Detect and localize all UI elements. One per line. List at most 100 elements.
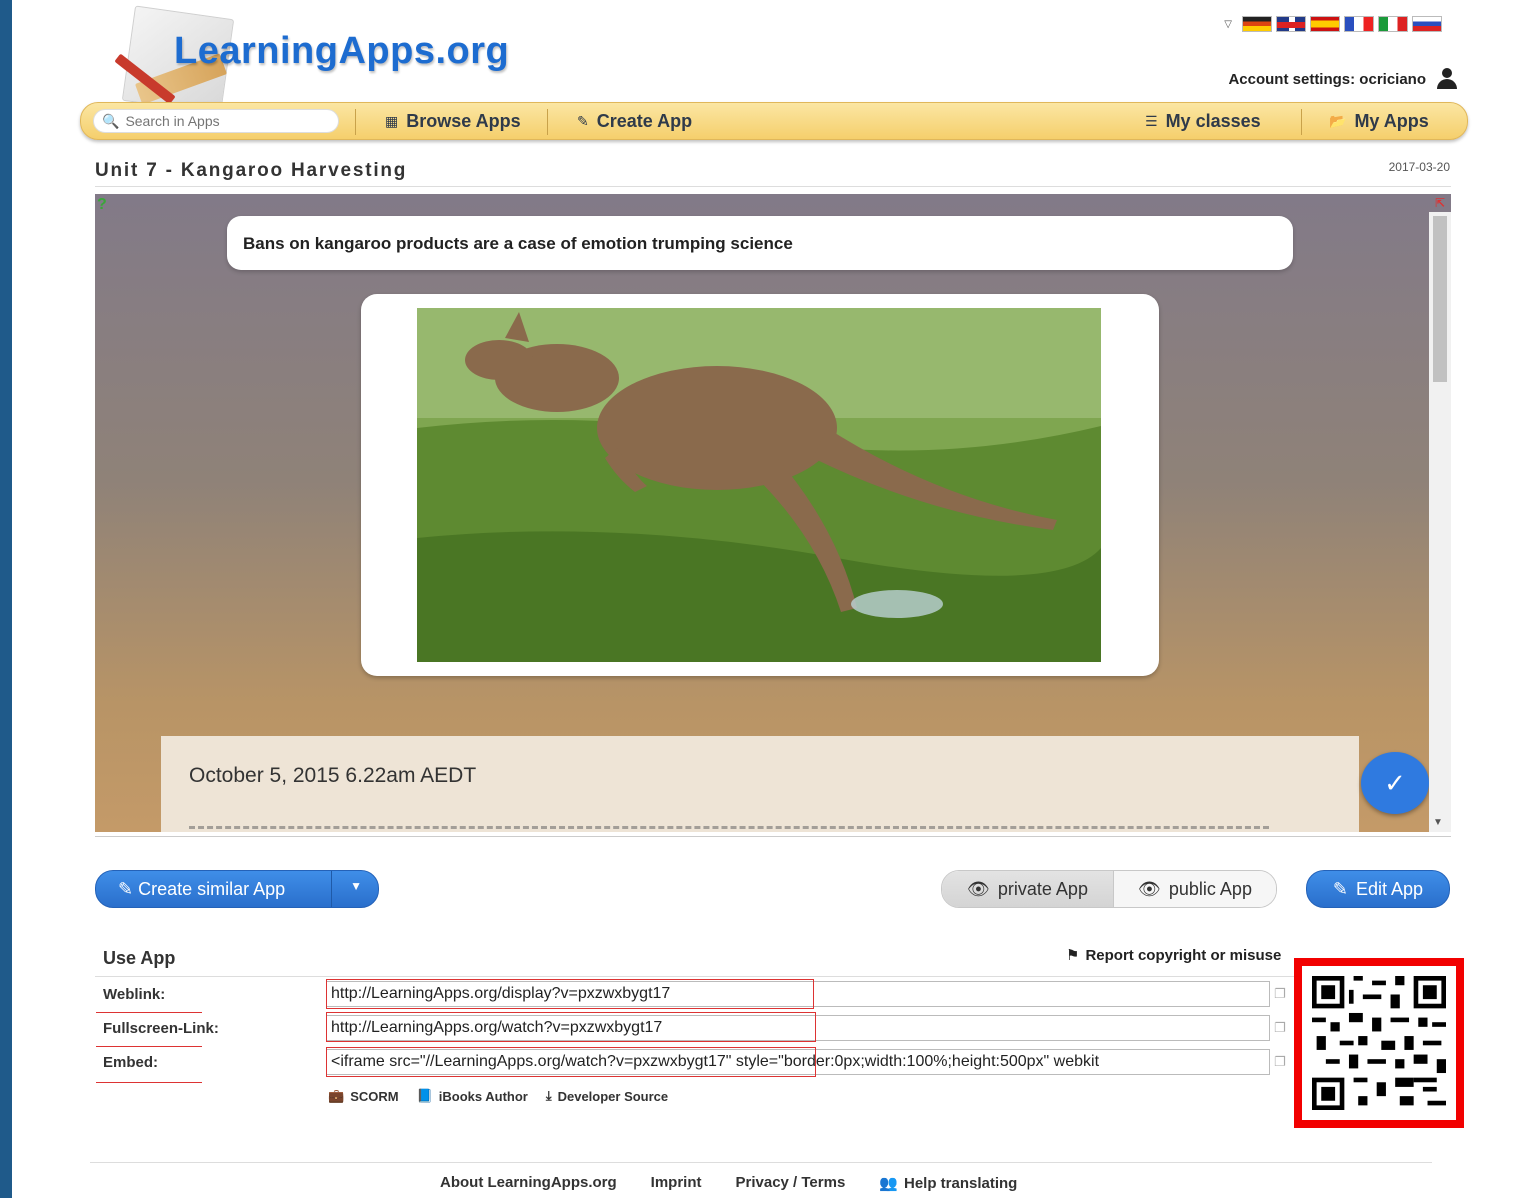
fullscreen-link-highlight <box>326 1012 816 1042</box>
developer-source-link[interactable]: ⤓ Developer Source <box>546 1088 668 1104</box>
book-icon: 📘 <box>416 1088 433 1103</box>
edit-app-label: Edit App <box>1356 878 1424 899</box>
scorm-link[interactable]: 💼 SCORM <box>328 1088 399 1104</box>
embed-highlight <box>326 1047 816 1077</box>
pencil-icon: ✎ <box>577 113 589 129</box>
use-app-divider <box>95 976 1295 977</box>
embed-underline <box>96 1082 202 1083</box>
flag-de-icon[interactable] <box>1242 16 1272 32</box>
footer-about-link[interactable]: About LearningApps.org <box>440 1174 617 1192</box>
scorm-label: SCORM <box>350 1088 399 1104</box>
flag-it-icon[interactable] <box>1378 16 1408 32</box>
check-answers-button[interactable]: ✓ <box>1361 752 1429 814</box>
fullscreen-icon[interactable]: ⇱ <box>1431 196 1449 210</box>
qr-code-icon <box>1312 976 1446 1110</box>
flag-ru-icon[interactable] <box>1412 16 1442 32</box>
download-icon: ⤓ <box>545 1088 552 1103</box>
search-icon: 🔍 <box>102 112 120 129</box>
footer: About LearningApps.org Imprint Privacy /… <box>440 1174 1017 1192</box>
folder-icon: 📂 <box>1329 113 1347 129</box>
my-apps-label: My Apps <box>1354 111 1429 131</box>
flag-es-icon[interactable] <box>1310 16 1340 32</box>
briefcase-icon: 💼 <box>328 1088 345 1103</box>
app-frame[interactable]: ? ⇱ Bans on kangaroo products are a case… <box>95 194 1451 832</box>
browse-apps-link[interactable]: ▦ Browse Apps <box>385 111 521 132</box>
search-input[interactable] <box>125 113 326 129</box>
list-icon: ☰ <box>1145 113 1158 129</box>
fullscreen-link-underline <box>96 1046 202 1047</box>
copy-icon[interactable]: ❐ <box>1274 1054 1290 1070</box>
weblink-highlight <box>326 979 814 1009</box>
scroll-down-icon[interactable]: ▼ <box>1433 817 1443 828</box>
chevron-down-icon[interactable]: ▽ <box>1224 19 1232 30</box>
report-misuse-link[interactable]: ⚑ Report copyright or misuse <box>1066 946 1282 965</box>
frame-scrollbar[interactable]: ▼ <box>1429 212 1451 832</box>
nav-divider <box>355 109 356 135</box>
ibooks-author-link[interactable]: 📘 iBooks Author <box>417 1088 528 1104</box>
split-divider <box>331 871 332 907</box>
site-logo[interactable]: LearningApps.org <box>100 4 570 115</box>
create-similar-app-button[interactable]: ✎ Create similar App ▼ <box>95 870 379 908</box>
visibility-toggle: 👁 private App 👁 public App <box>941 870 1277 908</box>
browse-apps-label: Browse Apps <box>406 111 521 131</box>
article-date: October 5, 2015 6.22am AEDT <box>189 764 477 787</box>
page-title: Unit 7 - Kangaroo Harvesting <box>95 160 408 181</box>
help-translating-label: Help translating <box>903 1174 1018 1192</box>
article-card: October 5, 2015 6.22am AEDT <box>161 736 1359 832</box>
private-app-button[interactable]: 👁 private App <box>942 871 1114 907</box>
developer-source-label: Developer Source <box>557 1088 669 1104</box>
copy-icon[interactable]: ❐ <box>1274 1020 1290 1036</box>
eye-icon: 👁 <box>1138 878 1161 899</box>
create-app-link[interactable]: ✎ Create App <box>577 111 692 132</box>
logo-text: LearningApps.org <box>174 30 510 72</box>
image-card <box>361 294 1159 676</box>
create-similar-app-text: Create similar App <box>138 879 286 899</box>
grid-icon: ▦ <box>385 113 399 129</box>
scrollbar-thumb[interactable] <box>1433 216 1447 382</box>
report-misuse-label: Report copyright or misuse <box>1085 946 1282 964</box>
flag-fr-icon[interactable] <box>1344 16 1374 32</box>
create-similar-app-label: ✎ Create similar App <box>118 879 286 899</box>
my-classes-label: My classes <box>1165 111 1261 131</box>
main-navbar: 🔍 ▦ Browse Apps ✎ Create App ☰ My classe… <box>80 102 1468 140</box>
eye-slash-icon: 👁 <box>967 878 990 899</box>
weblink-label: Weblink: <box>103 986 166 1003</box>
copy-icon[interactable]: ❐ <box>1274 986 1290 1002</box>
flag-icon: ⚑ <box>1066 947 1080 964</box>
user-icon <box>1436 68 1458 90</box>
my-classes-link[interactable]: ☰ My classes <box>1145 111 1261 132</box>
page: LearningApps.org ▽ Account settings: ocr… <box>12 0 1532 1198</box>
use-app-heading: Use App <box>103 948 176 968</box>
embed-label: Embed: <box>103 1054 159 1071</box>
nav-divider <box>1301 109 1302 135</box>
language-selector[interactable]: ▽ <box>1224 16 1442 32</box>
footer-privacy-link[interactable]: Privacy / Terms <box>736 1174 846 1192</box>
help-icon[interactable]: ? <box>97 196 119 214</box>
kangaroo-photo <box>417 308 1101 662</box>
app-date: 2017-03-20 <box>1388 160 1450 174</box>
title-divider <box>95 186 1451 187</box>
headline-card: Bans on kangaroo products are a case of … <box>227 216 1293 270</box>
chevron-down-icon[interactable]: ▼ <box>350 879 362 893</box>
footer-divider <box>90 1162 1432 1163</box>
public-app-button[interactable]: 👁 public App <box>1114 871 1276 907</box>
pencil-icon: ✎ <box>1332 878 1349 899</box>
footer-help-translating-link[interactable]: 👥 Help translating <box>879 1174 1018 1193</box>
flag-gb-icon[interactable] <box>1276 16 1306 32</box>
account-settings-label: Account settings: ocriciano <box>1228 70 1426 88</box>
my-apps-link[interactable]: 📂 My Apps <box>1329 111 1429 132</box>
export-links: 💼 SCORM 📘 iBooks Author ⤓ Developer Source <box>328 1088 668 1104</box>
nav-divider <box>547 109 548 135</box>
search-box[interactable]: 🔍 <box>93 109 339 133</box>
weblink-underline <box>96 1012 202 1013</box>
account-settings-link[interactable]: Account settings: ocriciano <box>1228 68 1458 90</box>
translate-icon: 👥 <box>879 1175 898 1192</box>
kangaroo-illustration <box>417 308 1101 662</box>
private-app-label: private App <box>997 878 1088 899</box>
footer-imprint-link[interactable]: Imprint <box>651 1174 702 1192</box>
fullscreen-link-label: Fullscreen-Link: <box>103 1020 219 1037</box>
frame-divider <box>95 836 1451 837</box>
ibooks-author-label: iBooks Author <box>438 1088 528 1104</box>
qr-code[interactable] <box>1294 958 1464 1128</box>
edit-app-button[interactable]: ✎ Edit App <box>1306 870 1450 908</box>
